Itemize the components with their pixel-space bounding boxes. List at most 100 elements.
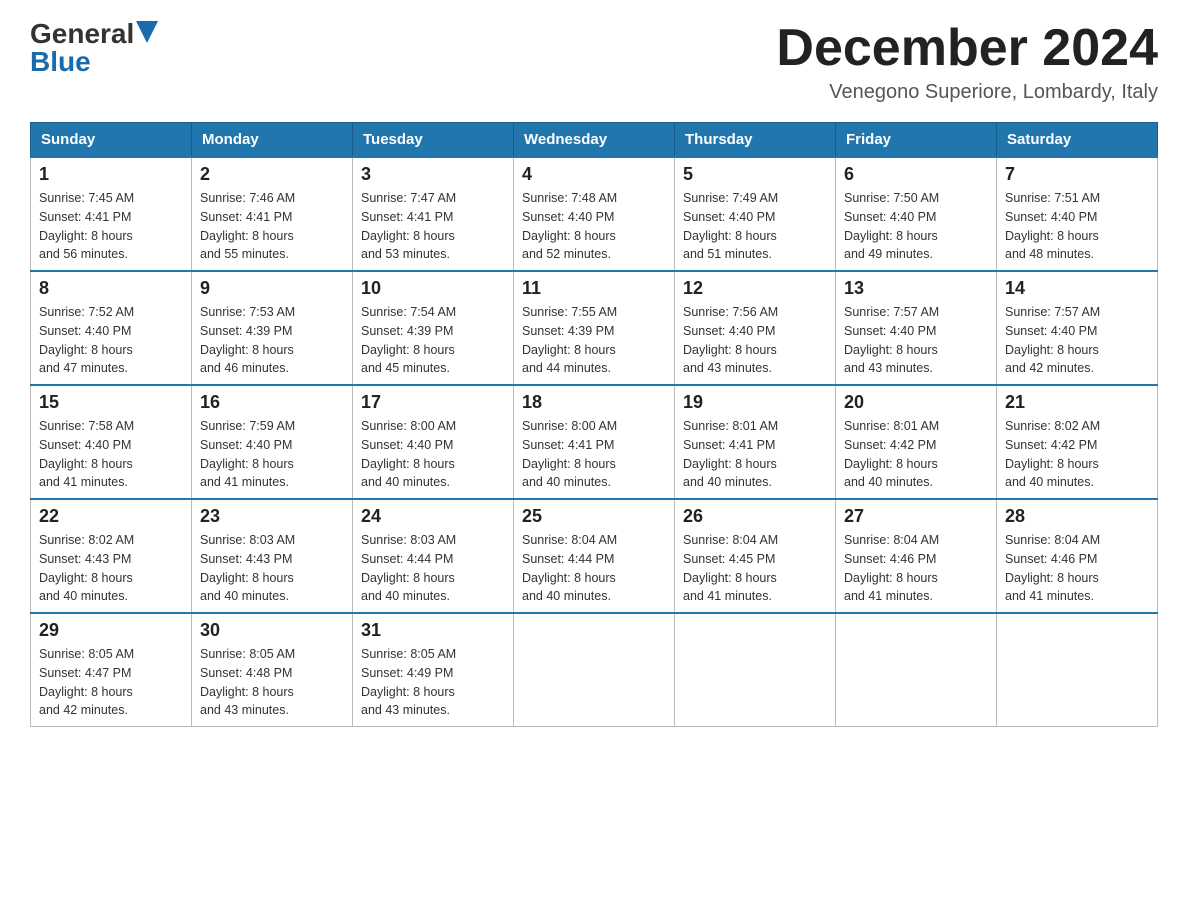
day-number: 9	[200, 278, 344, 299]
day-info: Sunrise: 7:58 AM Sunset: 4:40 PM Dayligh…	[39, 417, 183, 492]
day-info: Sunrise: 8:03 AM Sunset: 4:44 PM Dayligh…	[361, 531, 505, 606]
day-info: Sunrise: 7:47 AM Sunset: 4:41 PM Dayligh…	[361, 189, 505, 264]
calendar-week-4: 22 Sunrise: 8:02 AM Sunset: 4:43 PM Dayl…	[31, 499, 1158, 613]
day-info: Sunrise: 8:01 AM Sunset: 4:42 PM Dayligh…	[844, 417, 988, 492]
day-number: 21	[1005, 392, 1149, 413]
day-info: Sunrise: 8:04 AM Sunset: 4:46 PM Dayligh…	[1005, 531, 1149, 606]
calendar-week-5: 29 Sunrise: 8:05 AM Sunset: 4:47 PM Dayl…	[31, 613, 1158, 727]
day-number: 13	[844, 278, 988, 299]
table-row: 12 Sunrise: 7:56 AM Sunset: 4:40 PM Dayl…	[675, 271, 836, 385]
day-info: Sunrise: 8:00 AM Sunset: 4:41 PM Dayligh…	[522, 417, 666, 492]
day-number: 1	[39, 164, 183, 185]
col-tuesday: Tuesday	[353, 123, 514, 158]
day-info: Sunrise: 8:03 AM Sunset: 4:43 PM Dayligh…	[200, 531, 344, 606]
day-number: 15	[39, 392, 183, 413]
table-row: 20 Sunrise: 8:01 AM Sunset: 4:42 PM Dayl…	[836, 385, 997, 499]
table-row: 9 Sunrise: 7:53 AM Sunset: 4:39 PM Dayli…	[192, 271, 353, 385]
day-number: 31	[361, 620, 505, 641]
day-number: 24	[361, 506, 505, 527]
day-number: 27	[844, 506, 988, 527]
col-thursday: Thursday	[675, 123, 836, 158]
table-row: 28 Sunrise: 8:04 AM Sunset: 4:46 PM Dayl…	[997, 499, 1158, 613]
calendar-week-1: 1 Sunrise: 7:45 AM Sunset: 4:41 PM Dayli…	[31, 157, 1158, 271]
day-info: Sunrise: 7:51 AM Sunset: 4:40 PM Dayligh…	[1005, 189, 1149, 264]
day-number: 12	[683, 278, 827, 299]
day-info: Sunrise: 8:02 AM Sunset: 4:43 PM Dayligh…	[39, 531, 183, 606]
col-sunday: Sunday	[31, 123, 192, 158]
table-row	[836, 613, 997, 727]
day-info: Sunrise: 7:56 AM Sunset: 4:40 PM Dayligh…	[683, 303, 827, 378]
day-info: Sunrise: 8:05 AM Sunset: 4:49 PM Dayligh…	[361, 645, 505, 720]
day-info: Sunrise: 7:50 AM Sunset: 4:40 PM Dayligh…	[844, 189, 988, 264]
table-row: 13 Sunrise: 7:57 AM Sunset: 4:40 PM Dayl…	[836, 271, 997, 385]
table-row: 3 Sunrise: 7:47 AM Sunset: 4:41 PM Dayli…	[353, 157, 514, 271]
day-number: 29	[39, 620, 183, 641]
day-info: Sunrise: 8:01 AM Sunset: 4:41 PM Dayligh…	[683, 417, 827, 492]
table-row: 1 Sunrise: 7:45 AM Sunset: 4:41 PM Dayli…	[31, 157, 192, 271]
day-number: 8	[39, 278, 183, 299]
day-number: 20	[844, 392, 988, 413]
day-info: Sunrise: 7:52 AM Sunset: 4:40 PM Dayligh…	[39, 303, 183, 378]
table-row	[675, 613, 836, 727]
table-row: 29 Sunrise: 8:05 AM Sunset: 4:47 PM Dayl…	[31, 613, 192, 727]
day-info: Sunrise: 7:54 AM Sunset: 4:39 PM Dayligh…	[361, 303, 505, 378]
table-row: 4 Sunrise: 7:48 AM Sunset: 4:40 PM Dayli…	[514, 157, 675, 271]
table-row: 24 Sunrise: 8:03 AM Sunset: 4:44 PM Dayl…	[353, 499, 514, 613]
col-monday: Monday	[192, 123, 353, 158]
day-number: 22	[39, 506, 183, 527]
table-row: 25 Sunrise: 8:04 AM Sunset: 4:44 PM Dayl…	[514, 499, 675, 613]
calendar-table: Sunday Monday Tuesday Wednesday Thursday…	[30, 122, 1158, 727]
logo: General Blue	[30, 20, 158, 76]
day-number: 28	[1005, 506, 1149, 527]
day-number: 16	[200, 392, 344, 413]
day-info: Sunrise: 7:57 AM Sunset: 4:40 PM Dayligh…	[844, 303, 988, 378]
logo-general-text: General	[30, 20, 134, 48]
day-info: Sunrise: 7:59 AM Sunset: 4:40 PM Dayligh…	[200, 417, 344, 492]
day-number: 4	[522, 164, 666, 185]
day-number: 6	[844, 164, 988, 185]
table-row: 16 Sunrise: 7:59 AM Sunset: 4:40 PM Dayl…	[192, 385, 353, 499]
day-info: Sunrise: 8:02 AM Sunset: 4:42 PM Dayligh…	[1005, 417, 1149, 492]
table-row: 10 Sunrise: 7:54 AM Sunset: 4:39 PM Dayl…	[353, 271, 514, 385]
col-saturday: Saturday	[997, 123, 1158, 158]
table-row: 21 Sunrise: 8:02 AM Sunset: 4:42 PM Dayl…	[997, 385, 1158, 499]
table-row: 18 Sunrise: 8:00 AM Sunset: 4:41 PM Dayl…	[514, 385, 675, 499]
day-number: 7	[1005, 164, 1149, 185]
day-number: 25	[522, 506, 666, 527]
table-row: 7 Sunrise: 7:51 AM Sunset: 4:40 PM Dayli…	[997, 157, 1158, 271]
day-number: 17	[361, 392, 505, 413]
day-number: 3	[361, 164, 505, 185]
day-info: Sunrise: 7:46 AM Sunset: 4:41 PM Dayligh…	[200, 189, 344, 264]
table-row: 8 Sunrise: 7:52 AM Sunset: 4:40 PM Dayli…	[31, 271, 192, 385]
table-row: 30 Sunrise: 8:05 AM Sunset: 4:48 PM Dayl…	[192, 613, 353, 727]
table-row: 17 Sunrise: 8:00 AM Sunset: 4:40 PM Dayl…	[353, 385, 514, 499]
calendar-week-2: 8 Sunrise: 7:52 AM Sunset: 4:40 PM Dayli…	[31, 271, 1158, 385]
col-wednesday: Wednesday	[514, 123, 675, 158]
day-info: Sunrise: 8:04 AM Sunset: 4:46 PM Dayligh…	[844, 531, 988, 606]
day-info: Sunrise: 7:45 AM Sunset: 4:41 PM Dayligh…	[39, 189, 183, 264]
table-row: 14 Sunrise: 7:57 AM Sunset: 4:40 PM Dayl…	[997, 271, 1158, 385]
table-row: 31 Sunrise: 8:05 AM Sunset: 4:49 PM Dayl…	[353, 613, 514, 727]
location-subtitle: Venegono Superiore, Lombardy, Italy	[776, 81, 1158, 104]
table-row: 27 Sunrise: 8:04 AM Sunset: 4:46 PM Dayl…	[836, 499, 997, 613]
day-info: Sunrise: 8:05 AM Sunset: 4:47 PM Dayligh…	[39, 645, 183, 720]
month-title: December 2024	[776, 20, 1158, 77]
table-row: 26 Sunrise: 8:04 AM Sunset: 4:45 PM Dayl…	[675, 499, 836, 613]
day-info: Sunrise: 7:55 AM Sunset: 4:39 PM Dayligh…	[522, 303, 666, 378]
table-row: 15 Sunrise: 7:58 AM Sunset: 4:40 PM Dayl…	[31, 385, 192, 499]
day-number: 19	[683, 392, 827, 413]
calendar-header-row: Sunday Monday Tuesday Wednesday Thursday…	[31, 123, 1158, 158]
table-row: 5 Sunrise: 7:49 AM Sunset: 4:40 PM Dayli…	[675, 157, 836, 271]
day-info: Sunrise: 8:00 AM Sunset: 4:40 PM Dayligh…	[361, 417, 505, 492]
day-info: Sunrise: 7:49 AM Sunset: 4:40 PM Dayligh…	[683, 189, 827, 264]
day-info: Sunrise: 7:53 AM Sunset: 4:39 PM Dayligh…	[200, 303, 344, 378]
day-info: Sunrise: 7:57 AM Sunset: 4:40 PM Dayligh…	[1005, 303, 1149, 378]
day-number: 10	[361, 278, 505, 299]
table-row: 2 Sunrise: 7:46 AM Sunset: 4:41 PM Dayli…	[192, 157, 353, 271]
table-row: 19 Sunrise: 8:01 AM Sunset: 4:41 PM Dayl…	[675, 385, 836, 499]
table-row	[997, 613, 1158, 727]
day-number: 30	[200, 620, 344, 641]
calendar-week-3: 15 Sunrise: 7:58 AM Sunset: 4:40 PM Dayl…	[31, 385, 1158, 499]
day-number: 2	[200, 164, 344, 185]
page-header: General Blue December 2024 Venegono Supe…	[30, 20, 1158, 104]
